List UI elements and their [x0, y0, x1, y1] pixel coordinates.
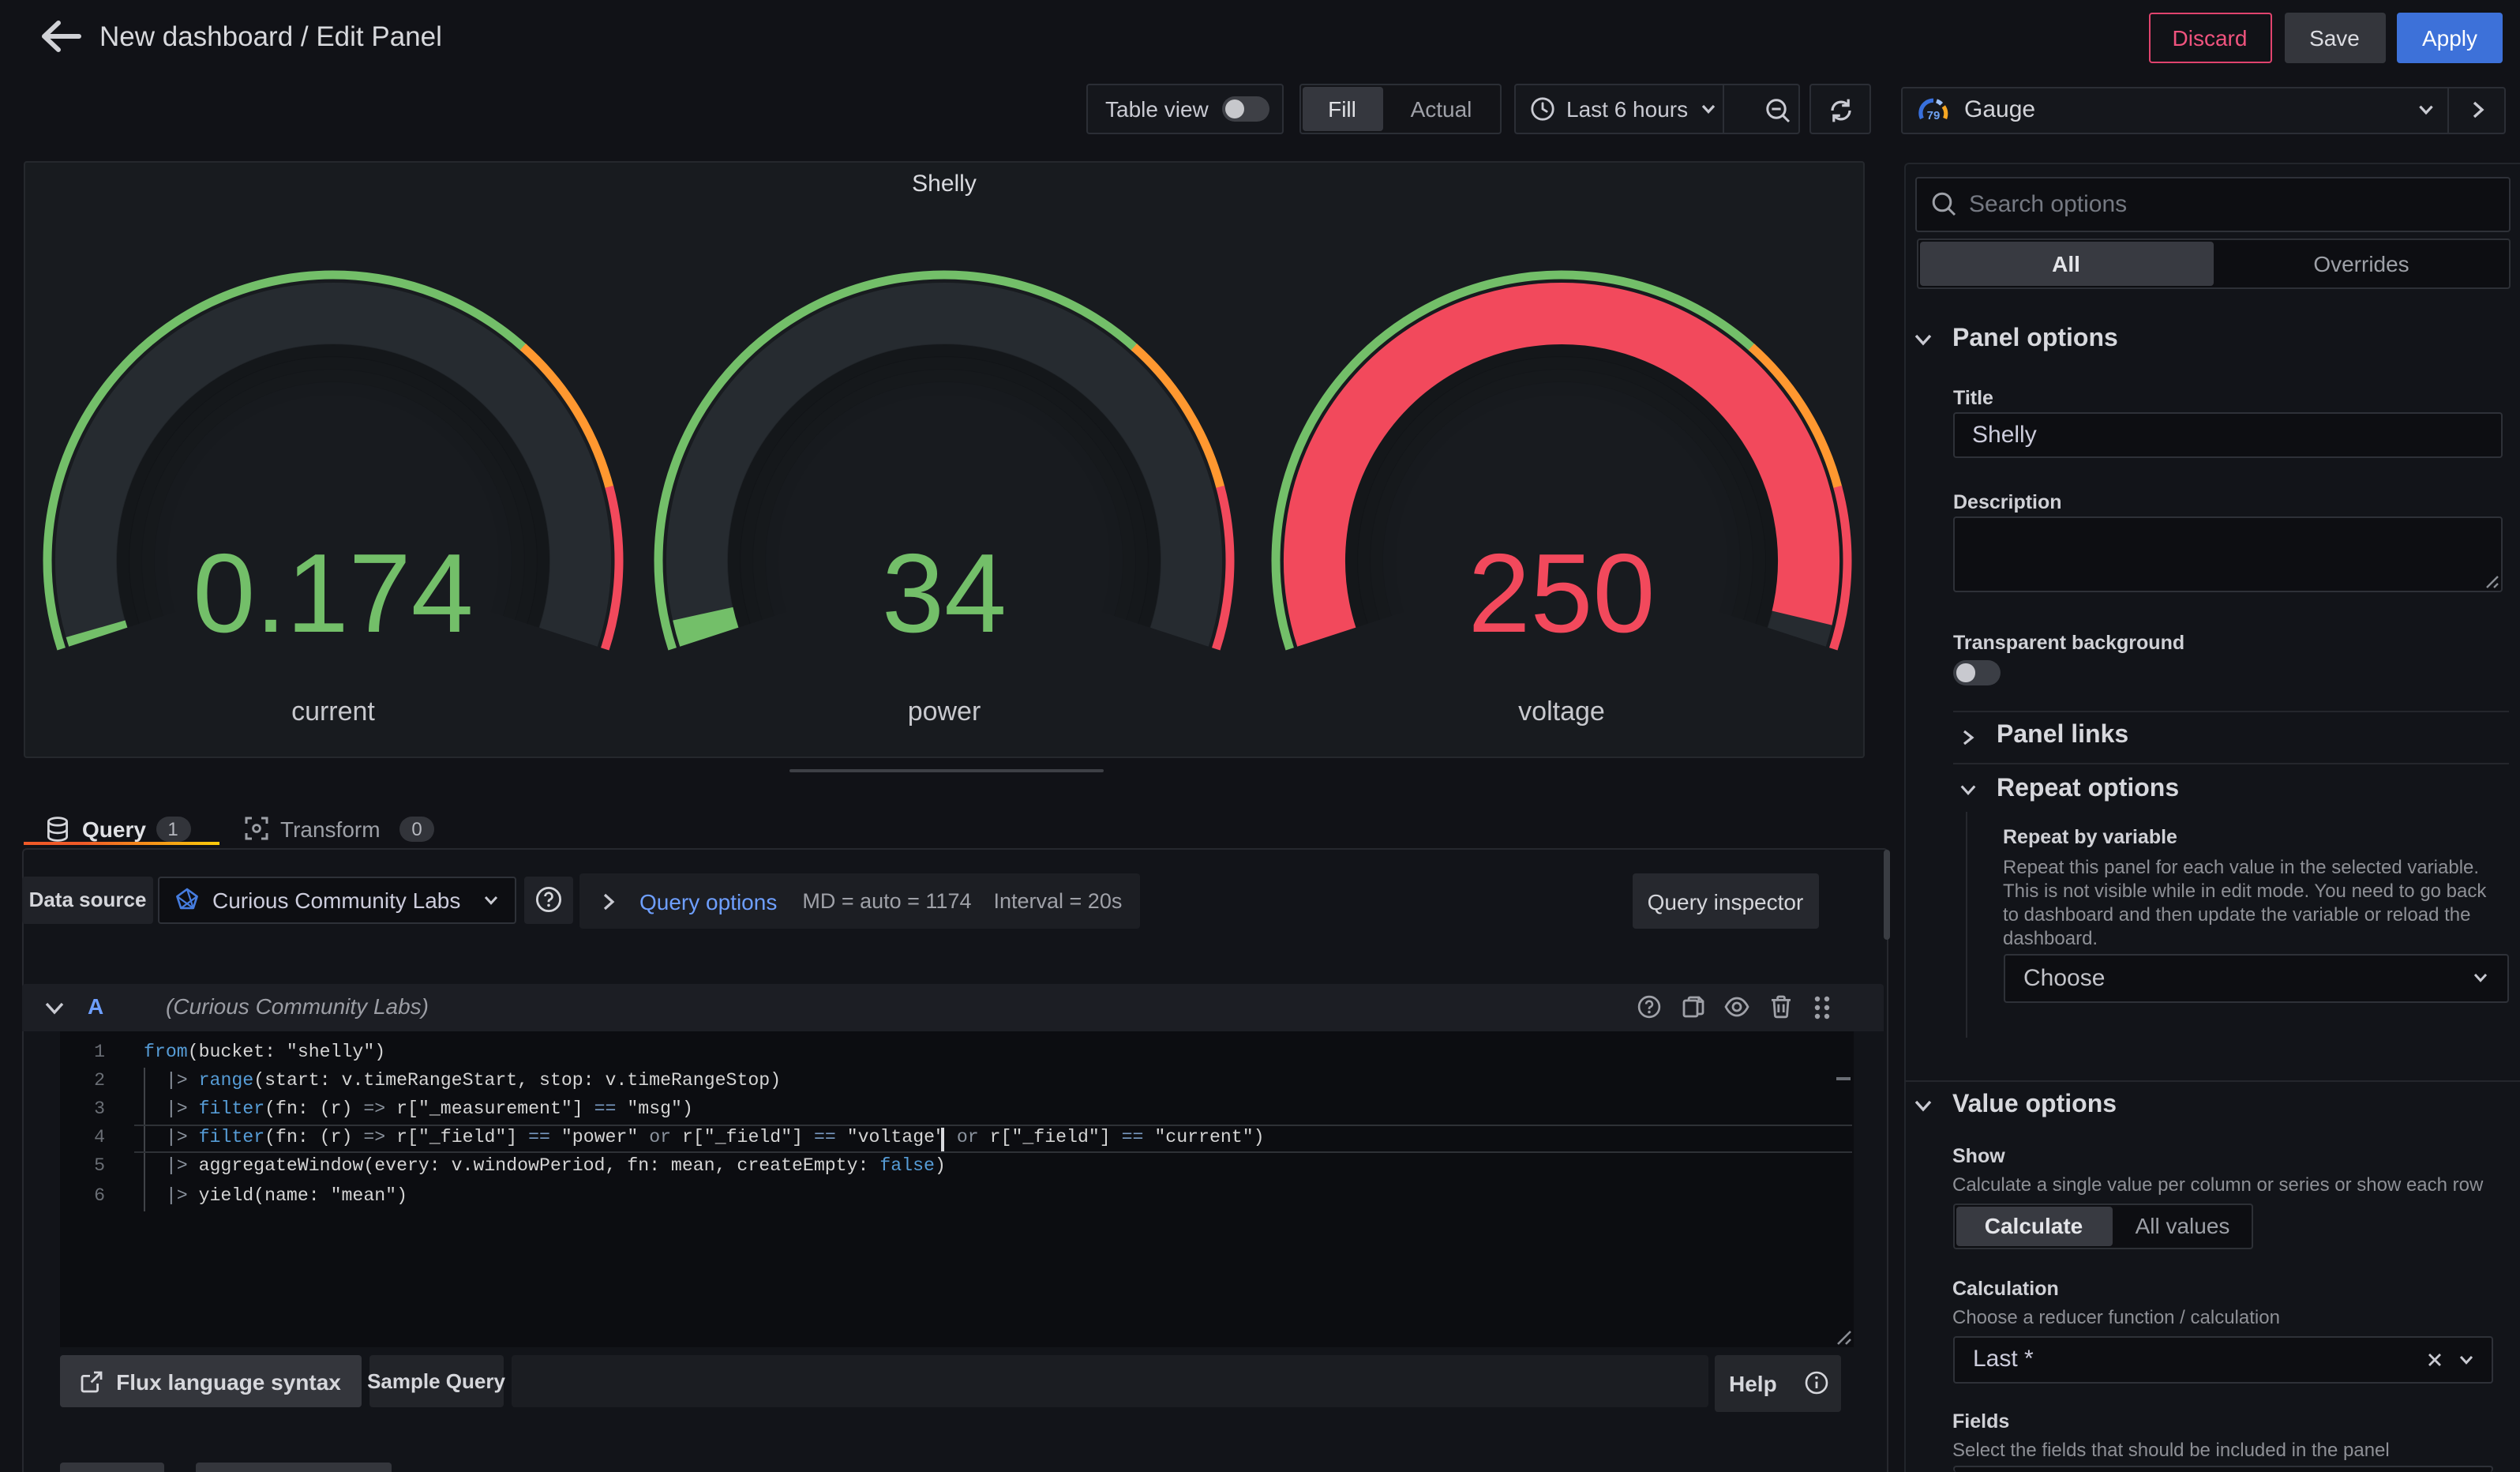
svg-text:79: 79: [1927, 109, 1941, 122]
